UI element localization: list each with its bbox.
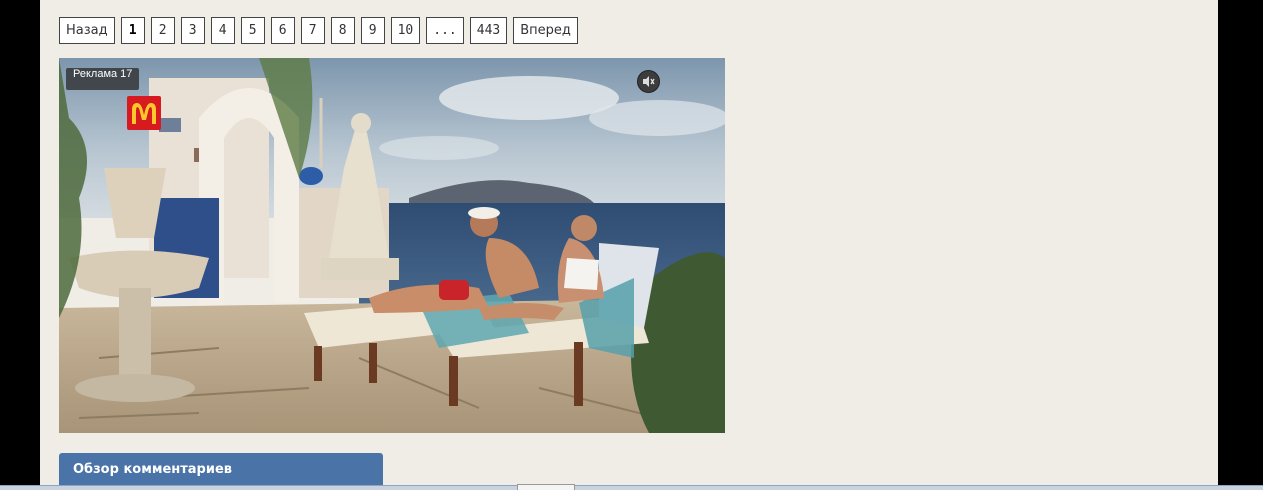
page-button-9[interactable]: 9 (360, 17, 385, 44)
page-button-6[interactable]: 6 (270, 17, 295, 44)
video-ad[interactable]: Реклама 17 (59, 58, 725, 433)
ad-badge: Реклама 17 (66, 68, 140, 90)
page-button-10[interactable]: 10 (390, 17, 421, 44)
last-page-button[interactable]: 443 (469, 17, 508, 44)
page-button-8[interactable]: 8 (330, 17, 355, 44)
prev-page-button[interactable]: Назад (59, 17, 115, 44)
pagination: Назад 1 2 3 4 5 6 7 8 9 10 ... 443 Впере… (59, 17, 578, 44)
bottom-toolbar (0, 485, 1263, 490)
speaker-muted-icon[interactable] (637, 70, 660, 93)
comments-overview-header[interactable]: Обзор комментариев (59, 453, 383, 489)
page-button-3[interactable]: 3 (180, 17, 205, 44)
pagination-ellipsis-button[interactable]: ... (426, 17, 464, 44)
page-button-2[interactable]: 2 (150, 17, 175, 44)
page-button-5[interactable]: 5 (240, 17, 265, 44)
next-page-button[interactable]: Вперед (513, 17, 578, 44)
page-content: Назад 1 2 3 4 5 6 7 8 9 10 ... 443 Впере… (40, 0, 1218, 489)
page-button-7[interactable]: 7 (300, 17, 325, 44)
page-button-4[interactable]: 4 (210, 17, 235, 44)
mcdonalds-logo-icon (127, 96, 161, 130)
bottom-toolbar-tab[interactable] (517, 484, 575, 490)
page-button-1[interactable]: 1 (120, 17, 145, 44)
